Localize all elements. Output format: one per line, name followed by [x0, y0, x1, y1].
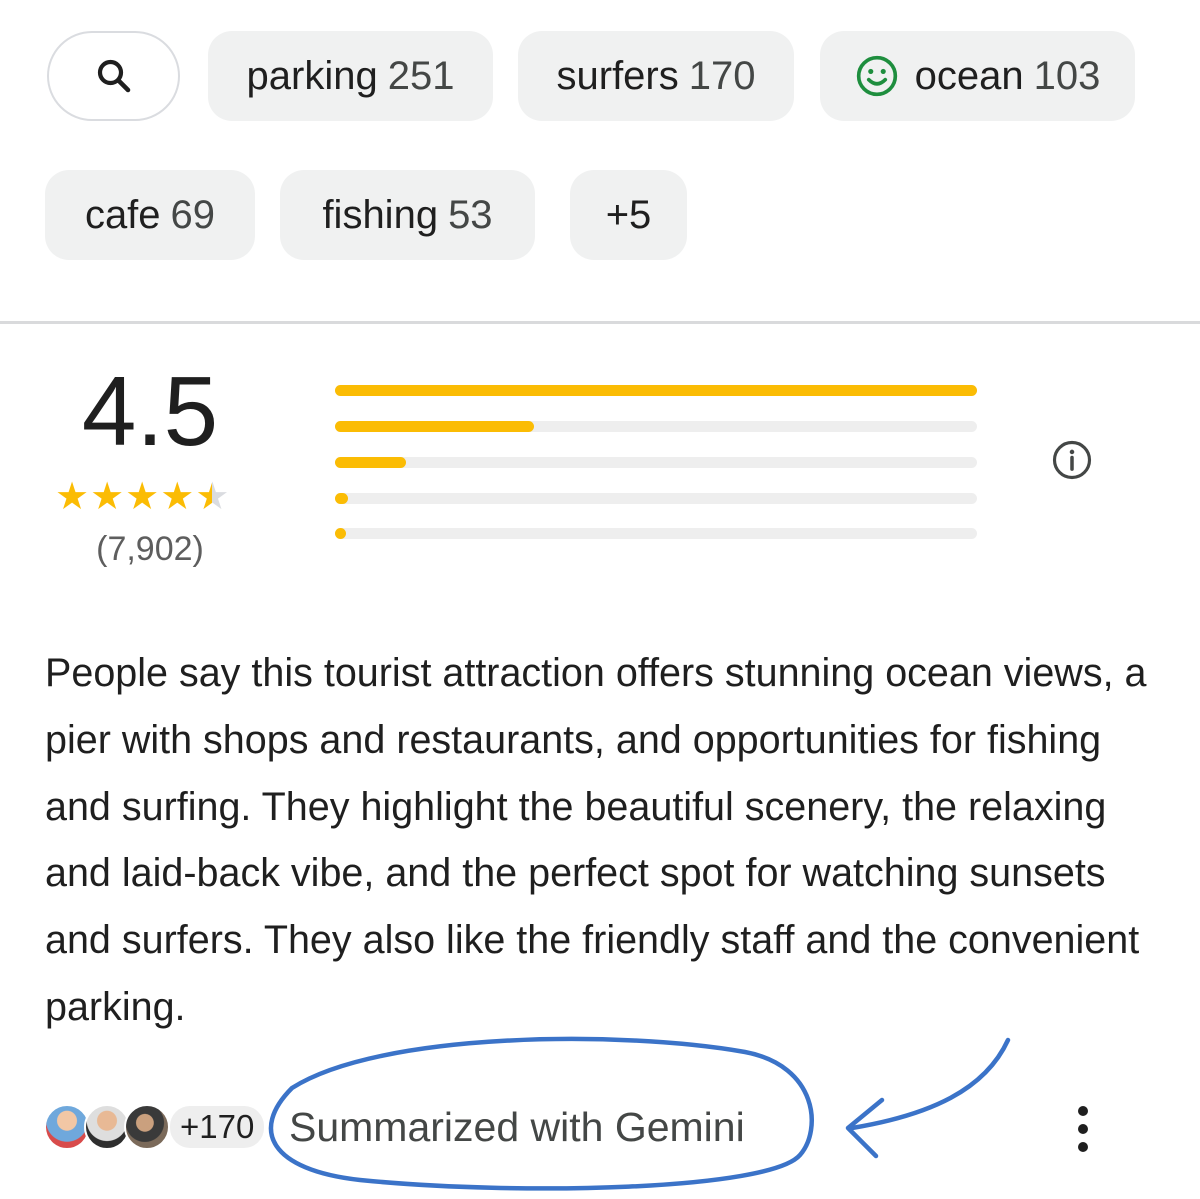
- rating-bar-fill: [335, 421, 535, 432]
- star-icon: ★: [195, 476, 230, 518]
- filter-chip-cafe[interactable]: cafe 69: [45, 170, 255, 260]
- contributor-avatars[interactable]: +170: [44, 1104, 265, 1150]
- rating-bar-fill: [335, 528, 346, 539]
- info-icon[interactable]: [1051, 439, 1093, 481]
- rating-bar-5: [335, 385, 977, 396]
- filter-chip-parking[interactable]: parking 251: [208, 31, 493, 121]
- search-chip[interactable]: [47, 31, 180, 121]
- rating-bar-fill: [335, 457, 406, 468]
- contributors-more-count: +170: [170, 1106, 265, 1148]
- rating-bar-fill: [335, 493, 348, 504]
- annotation-arrow: [849, 1037, 1011, 1131]
- filter-chip-fishing[interactable]: fishing 53: [280, 170, 535, 260]
- chip-count: 69: [170, 192, 216, 237]
- chip-label: +5: [605, 192, 652, 237]
- rating-bar-3: [335, 457, 977, 468]
- section-divider: [0, 321, 1200, 324]
- rating-bar-1: [335, 528, 977, 539]
- more-vert-icon[interactable]: [1066, 1103, 1100, 1155]
- star-rating: ★ ★ ★ ★ ★: [55, 478, 229, 516]
- filter-chip-surfers[interactable]: surfers 170: [518, 31, 794, 121]
- filter-chip-more[interactable]: +5: [570, 170, 687, 260]
- star-icon: ★: [125, 476, 160, 518]
- star-icon: ★: [55, 476, 90, 518]
- rating-bar-2: [335, 493, 977, 504]
- chip-label: surfers: [556, 53, 679, 98]
- chip-label: fishing: [322, 192, 439, 237]
- smiley-icon: [856, 55, 897, 97]
- rating-bar-fill: [335, 385, 977, 396]
- filter-chip-ocean[interactable]: ocean 103: [820, 31, 1135, 121]
- chip-label: cafe: [84, 192, 161, 237]
- chip-label: parking: [246, 53, 378, 98]
- chip-count: 251: [387, 53, 455, 98]
- rating-value: 4.5: [81, 356, 219, 466]
- chip-count: 170: [688, 53, 756, 98]
- chip-count: 53: [448, 192, 493, 237]
- chip-count: 103: [1033, 53, 1101, 98]
- star-icon: ★: [160, 476, 195, 518]
- review-summary-text: People say this tourist attraction offer…: [45, 651, 1147, 1029]
- rating-bar-4: [335, 421, 977, 432]
- avatar: [124, 1104, 170, 1150]
- chip-label: ocean: [914, 53, 1024, 98]
- star-icon: ★: [90, 476, 125, 518]
- annotation-arrowhead: [845, 1097, 885, 1159]
- gemini-attribution: Summarized with Gemini: [289, 1104, 745, 1150]
- search-icon: [97, 59, 130, 93]
- review-count[interactable]: (7,902): [50, 530, 250, 569]
